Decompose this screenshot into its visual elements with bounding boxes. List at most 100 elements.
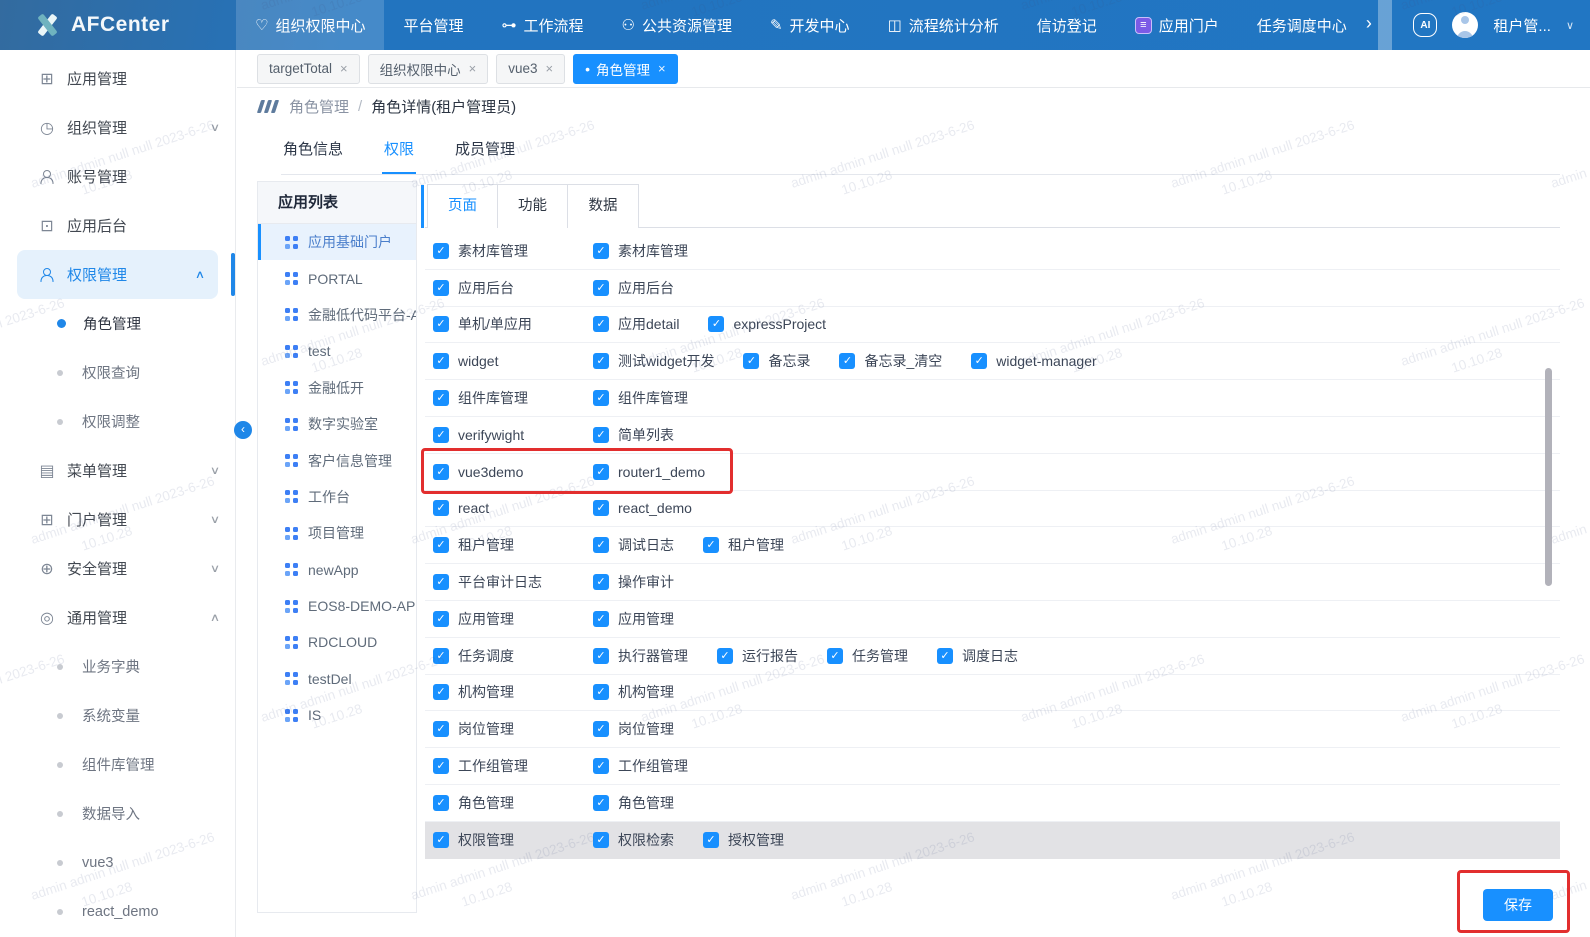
ai-assistant-icon[interactable]: AI (1413, 13, 1437, 37)
checkbox-checked-icon[interactable]: ✓ (433, 795, 449, 811)
sidebar-item[interactable]: ◷ 组织管理 ∨ (0, 103, 235, 152)
sidebar-item[interactable]: ▤ 菜单管理 ∨ (0, 446, 235, 495)
application-item[interactable]: 数字实验室 (258, 406, 416, 442)
detail-tab[interactable]: 角色信息 (281, 131, 345, 174)
application-item[interactable]: newApp (258, 552, 416, 588)
checkbox-checked-icon[interactable]: ✓ (433, 427, 449, 443)
topnav-item[interactable]: ⚇ 公共资源管理 (603, 0, 751, 50)
checkbox-checked-icon[interactable]: ✓ (937, 648, 953, 664)
application-item[interactable]: test (258, 333, 416, 369)
checkbox-checked-icon[interactable]: ✓ (593, 537, 609, 553)
checkbox-checked-icon[interactable]: ✓ (433, 390, 449, 406)
tab-close-icon[interactable]: × (546, 61, 554, 76)
sidebar-item[interactable]: ⊕ 安全管理 ∨ (0, 544, 235, 593)
topnav-item[interactable]: 任务调度中心 (1238, 0, 1366, 50)
checkbox-checked-icon[interactable]: ✓ (433, 648, 449, 664)
application-item[interactable]: 应用基础门户 (258, 224, 416, 260)
detail-tab[interactable]: 成员管理 (453, 131, 517, 174)
checkbox-checked-icon[interactable]: ✓ (593, 243, 609, 259)
checkbox-checked-icon[interactable]: ✓ (433, 574, 449, 590)
sidebar-item[interactable]: 权限查询 (0, 348, 235, 397)
sidebar-item[interactable]: 数据导入 (0, 789, 235, 838)
checkbox-checked-icon[interactable]: ✓ (433, 684, 449, 700)
sidebar-item[interactable]: ⊡ 应用后台 (0, 201, 235, 250)
sidebar-item[interactable]: ⊞ 应用管理 (0, 54, 235, 103)
user-menu-chevron-down-icon[interactable]: ∨ (1566, 19, 1574, 32)
checkbox-checked-icon[interactable]: ✓ (703, 832, 719, 848)
checkbox-checked-icon[interactable]: ✓ (433, 316, 449, 332)
checkbox-checked-icon[interactable]: ✓ (433, 537, 449, 553)
checkbox-checked-icon[interactable]: ✓ (703, 537, 719, 553)
checkbox-checked-icon[interactable]: ✓ (839, 353, 855, 369)
checkbox-checked-icon[interactable]: ✓ (433, 243, 449, 259)
permission-tab[interactable]: 页面 (428, 185, 498, 228)
checkbox-checked-icon[interactable]: ✓ (593, 353, 609, 369)
topnav-item[interactable]: ✎ 开发中心 (751, 0, 869, 50)
sidebar-item[interactable]: vue3 (0, 838, 235, 887)
sidebar-item[interactable]: 组件库管理 (0, 740, 235, 789)
application-item[interactable]: RDCLOUD (258, 624, 416, 660)
vertical-scrollbar-thumb[interactable] (1545, 368, 1552, 586)
sidebar-item[interactable]: 账号管理 (0, 152, 235, 201)
application-item[interactable]: IS (258, 697, 416, 733)
checkbox-checked-icon[interactable]: ✓ (433, 464, 449, 480)
sidebar-item[interactable]: 权限管理 ∧ (17, 250, 218, 299)
checkbox-checked-icon[interactable]: ✓ (593, 500, 609, 516)
checkbox-checked-icon[interactable]: ✓ (593, 316, 609, 332)
user-avatar[interactable] (1452, 12, 1478, 38)
application-item[interactable]: 金融低开 (258, 370, 416, 406)
tab-close-icon[interactable]: × (469, 61, 477, 76)
topnav-item[interactable]: 信访登记 (1018, 0, 1116, 50)
topnav-item[interactable]: 平台管理 (384, 0, 482, 50)
checkbox-checked-icon[interactable]: ✓ (593, 611, 609, 627)
checkbox-checked-icon[interactable]: ✓ (743, 353, 759, 369)
tab[interactable]: • 组织权限中心 × (368, 54, 489, 84)
application-item[interactable]: EOS8-DEMO-APP (258, 588, 416, 624)
checkbox-checked-icon[interactable]: ✓ (433, 280, 449, 296)
tab-close-icon[interactable]: × (340, 61, 348, 76)
tab[interactable]: • targetTotal × (257, 54, 360, 84)
checkbox-checked-icon[interactable]: ✓ (433, 611, 449, 627)
checkbox-checked-icon[interactable]: ✓ (593, 684, 609, 700)
permission-tab[interactable]: 功能 (498, 185, 568, 228)
checkbox-checked-icon[interactable]: ✓ (593, 574, 609, 590)
checkbox-checked-icon[interactable]: ✓ (971, 353, 987, 369)
application-item[interactable]: 金融低代码平台-AFC (258, 297, 416, 333)
tab[interactable]: • 角色管理 × (573, 54, 678, 84)
checkbox-checked-icon[interactable]: ✓ (433, 500, 449, 516)
nav-overflow-arrow-icon[interactable]: › (1366, 13, 1374, 37)
save-button[interactable]: 保存 (1483, 889, 1553, 921)
sidebar-item[interactable]: 角色管理 (0, 299, 235, 348)
checkbox-checked-icon[interactable]: ✓ (593, 832, 609, 848)
sidebar-item[interactable]: react_demo (0, 887, 235, 936)
topnav-item[interactable]: ⊶ 工作流程 (482, 0, 602, 50)
breadcrumb-section[interactable]: 角色管理 (289, 96, 349, 117)
checkbox-checked-icon[interactable]: ✓ (593, 648, 609, 664)
sidebar-item[interactable]: 业务字典 (0, 642, 235, 691)
application-item[interactable]: PORTAL (258, 260, 416, 296)
checkbox-checked-icon[interactable]: ✓ (593, 721, 609, 737)
checkbox-checked-icon[interactable]: ✓ (593, 427, 609, 443)
application-item[interactable]: testDel (258, 661, 416, 697)
sidebar-item[interactable]: 系统变量 (0, 691, 235, 740)
checkbox-checked-icon[interactable]: ✓ (593, 758, 609, 774)
topnav-item[interactable]: ≡ 应用门户 (1116, 0, 1238, 50)
application-item[interactable]: 客户信息管理 (258, 442, 416, 478)
checkbox-checked-icon[interactable]: ✓ (433, 832, 449, 848)
checkbox-checked-icon[interactable]: ✓ (433, 353, 449, 369)
checkbox-checked-icon[interactable]: ✓ (593, 795, 609, 811)
topnav-item[interactable]: ♡ 组织权限中心 (236, 0, 384, 50)
app-logo[interactable]: AFCenter (0, 0, 236, 50)
checkbox-checked-icon[interactable]: ✓ (433, 758, 449, 774)
sidebar-item[interactable]: ◎ 通用管理 ∧ (0, 593, 235, 642)
checkbox-checked-icon[interactable]: ✓ (827, 648, 843, 664)
permission-tab[interactable]: 数据 (568, 185, 638, 228)
checkbox-checked-icon[interactable]: ✓ (433, 721, 449, 737)
checkbox-checked-icon[interactable]: ✓ (593, 390, 609, 406)
tab-close-icon[interactable]: × (658, 61, 666, 76)
sidebar-item[interactable]: 权限调整 (0, 397, 235, 446)
checkbox-checked-icon[interactable]: ✓ (593, 280, 609, 296)
application-item[interactable]: 项目管理 (258, 515, 416, 551)
user-name[interactable]: 租户管... (1493, 15, 1551, 36)
sidebar-item[interactable]: ⊞ 门户管理 ∨ (0, 495, 235, 544)
